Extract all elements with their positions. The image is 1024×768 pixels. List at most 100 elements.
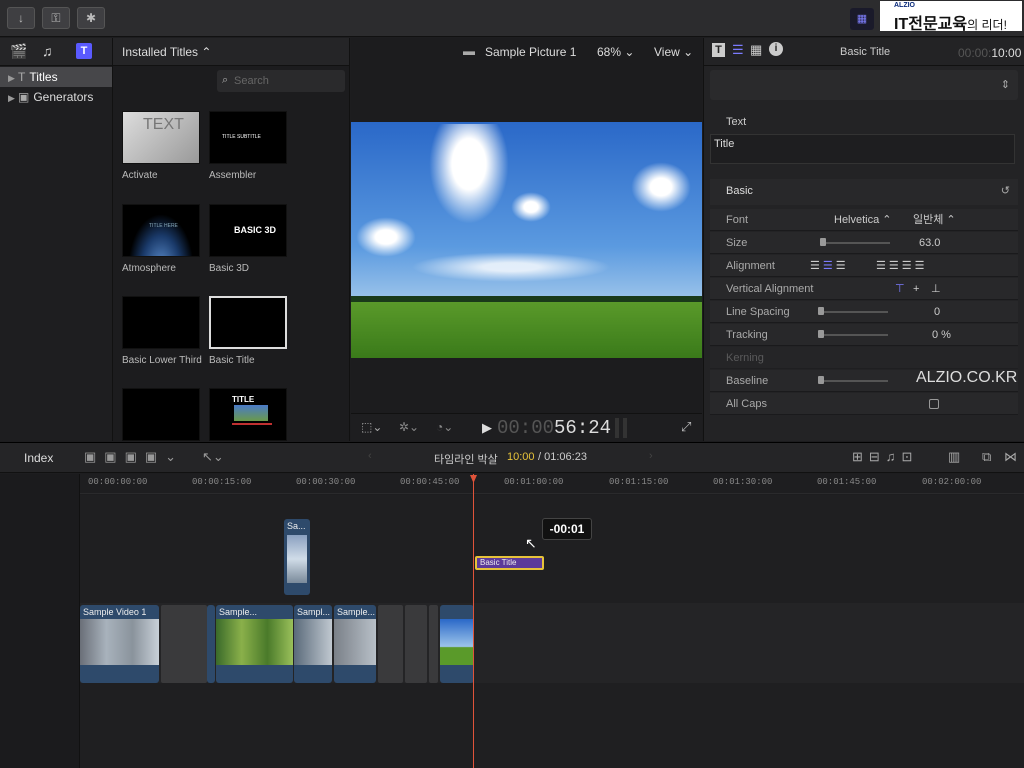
title-item-basic-3d[interactable]: BASIC 3D Basic 3D xyxy=(209,204,294,274)
browser-title[interactable]: Installed Titles ⌃ xyxy=(122,45,211,59)
justify-icons[interactable]: ☰☰☰☰ xyxy=(876,255,927,277)
valign-middle-icon[interactable]: + xyxy=(913,278,919,300)
index-button[interactable]: Index xyxy=(24,451,53,465)
video-clip[interactable] xyxy=(207,605,215,683)
gap-clip[interactable] xyxy=(161,605,207,683)
library-item-generators[interactable]: ▶ ▣ Generators xyxy=(0,87,112,107)
align-center-icon[interactable]: ☰ xyxy=(823,260,836,272)
import-button[interactable]: ↓ xyxy=(7,7,35,29)
valign-bottom-icon[interactable]: ⊥ xyxy=(931,278,941,300)
viewer-header: ▬ Sample Picture 1 68% ⌄ View ⌄ xyxy=(351,38,702,66)
gap-clip[interactable] xyxy=(378,605,403,683)
info-tab-icon[interactable]: i xyxy=(769,42,783,56)
title-item-basic-lower-third[interactable]: Basic Lower Third xyxy=(122,296,207,366)
gap-clip[interactable] xyxy=(405,605,427,683)
mouse-cursor-icon: ↖ xyxy=(525,535,537,551)
brand-main: IT전문교육의 리더! xyxy=(894,10,1007,34)
font-style-dropdown[interactable]: 일반체 ⌃ xyxy=(913,209,956,231)
row-label: Alignment xyxy=(726,260,775,272)
library-item-titles[interactable]: ▶ T Titles xyxy=(0,67,112,87)
size-slider[interactable] xyxy=(820,238,890,246)
edit-buttons[interactable]: ▣▣▣▣⌄ xyxy=(84,449,184,465)
speed-icon[interactable]: ◔⌄ xyxy=(436,420,453,434)
timeline-body[interactable]: Sa... Basic Title -00:01 ↖ Sample Video … xyxy=(80,474,1024,768)
browser-header: Installed Titles ⌃ xyxy=(113,38,349,66)
viewer-controls: ⬚⌄ ✲⌄ ◔⌄ ▶ 00:0056:24 ⤢ xyxy=(351,413,702,441)
keywords-button[interactable]: ⚿ xyxy=(42,7,70,29)
ruler-tick: 00:01:30:00 xyxy=(713,477,773,487)
align-left-icon[interactable]: ☰☰☰ xyxy=(810,255,849,277)
video-clip[interactable]: Sample Video 1 xyxy=(80,605,159,683)
clapper-icon[interactable]: 🎬 xyxy=(10,43,27,60)
title-item-label: Assembler xyxy=(209,170,257,181)
view-dropdown[interactable]: View ⌄ xyxy=(654,45,693,59)
inspector: T ☰ ▦ i Basic Title 00:00:10:00 ⇕ Text T… xyxy=(703,38,1024,441)
tracking-slider[interactable] xyxy=(818,330,888,338)
playhead[interactable] xyxy=(473,474,474,768)
title-text-field[interactable]: Title xyxy=(710,134,1015,164)
forward-arrow-icon[interactable]: › xyxy=(649,450,653,462)
transitions-icon[interactable]: ⋈ xyxy=(1004,449,1017,465)
title-item-8[interactable]: TITLE xyxy=(209,388,294,441)
valign-top-icon[interactable]: ⊤ xyxy=(895,278,905,300)
line-spacing-value[interactable]: 0 xyxy=(934,301,940,323)
title-item-atmosphere[interactable]: TITLE HERE Atmosphere xyxy=(122,204,207,274)
clip-appearance-icon[interactable]: ▥ xyxy=(948,449,960,465)
ruler-tick: 00:00:45:00 xyxy=(400,477,460,487)
fullscreen-icon[interactable]: ⤢ xyxy=(681,419,691,435)
thumb-text: TITLE HERE xyxy=(149,223,178,229)
transform-icon[interactable]: ⬚⌄ xyxy=(361,420,382,434)
clip-thumb xyxy=(440,619,474,665)
all-caps-row: All Caps xyxy=(710,393,1018,415)
library-item-label: Generators xyxy=(33,90,94,104)
clip-name: Sa... xyxy=(287,521,306,531)
basic-title-clip[interactable]: Basic Title xyxy=(475,556,544,570)
tracking-value[interactable]: 0 % xyxy=(932,324,951,346)
library-item-label: Titles xyxy=(29,70,58,84)
title-item-basic-title[interactable]: Basic Title xyxy=(209,296,294,366)
reset-icon[interactable]: ↺ xyxy=(1001,184,1010,197)
title-item-assembler[interactable]: TITLE SUBTITLE Assembler xyxy=(209,111,294,181)
video-clip[interactable]: Sample... xyxy=(216,605,293,683)
titles-browser: Installed Titles ⌃ ⌕ Search TEXT Activat… xyxy=(113,38,350,441)
background-tasks-button[interactable]: ✱ xyxy=(77,7,105,29)
connected-clip[interactable]: Sa... xyxy=(284,519,310,595)
preset-dropdown[interactable]: ⇕ xyxy=(710,70,1018,100)
video-tab-icon[interactable]: ▦ xyxy=(750,42,762,58)
chevron-updown-icon: ⌃ xyxy=(201,45,212,59)
inspector-title: Basic Title xyxy=(840,46,891,58)
title-item-activate[interactable]: TEXT Activate xyxy=(122,111,207,181)
gap-clip[interactable] xyxy=(429,605,438,683)
thumb-image xyxy=(234,405,268,421)
search-field[interactable]: ⌕ Search xyxy=(217,70,345,92)
all-caps-checkbox[interactable] xyxy=(929,399,939,409)
skimming-icons[interactable]: ⊞⊟♫⊡ xyxy=(852,449,918,465)
font-family-dropdown[interactable]: Helvetica ⌃ xyxy=(834,209,892,231)
back-arrow-icon[interactable]: ‹ xyxy=(368,450,372,462)
video-clip[interactable]: Sample... xyxy=(334,605,376,683)
viewer-timecode: 00:0056:24 xyxy=(497,417,611,439)
select-tool-icon[interactable]: ↖⌄ xyxy=(202,449,224,465)
zoom-dropdown[interactable]: 68% ⌄ xyxy=(597,45,634,59)
music-icon[interactable]: ♫ xyxy=(42,43,53,59)
title-tab-icon[interactable]: T xyxy=(712,43,725,57)
text-tab-icon[interactable]: ☰ xyxy=(732,42,744,58)
play-icon[interactable]: ▶ xyxy=(482,420,492,436)
video-clip[interactable] xyxy=(440,605,474,683)
ruler-tick: 00:01:15:00 xyxy=(609,477,669,487)
effects-browser-icon[interactable]: ⧉ xyxy=(982,449,991,465)
title-item-label: Basic Title xyxy=(209,355,255,366)
size-value[interactable]: 63.0 xyxy=(919,232,940,254)
thumb-text: BASIC 3D xyxy=(234,225,277,235)
baseline-slider[interactable] xyxy=(818,376,888,384)
timeline-ruler[interactable]: 00:00:00:00 00:00:15:00 00:00:30:00 00:0… xyxy=(80,474,1024,494)
enhance-icon[interactable]: ✲⌄ xyxy=(399,420,419,434)
title-item-7[interactable] xyxy=(122,388,207,441)
workspace-button[interactable]: ▦ xyxy=(850,8,874,30)
chevron-down-icon: ⌄ xyxy=(624,45,635,59)
video-clip[interactable]: Sampl... xyxy=(294,605,332,683)
title-item-label: Atmosphere xyxy=(122,263,176,274)
line-spacing-slider[interactable] xyxy=(818,307,888,315)
thumbnail xyxy=(209,296,287,349)
titles-tab-icon[interactable]: T xyxy=(76,43,92,59)
